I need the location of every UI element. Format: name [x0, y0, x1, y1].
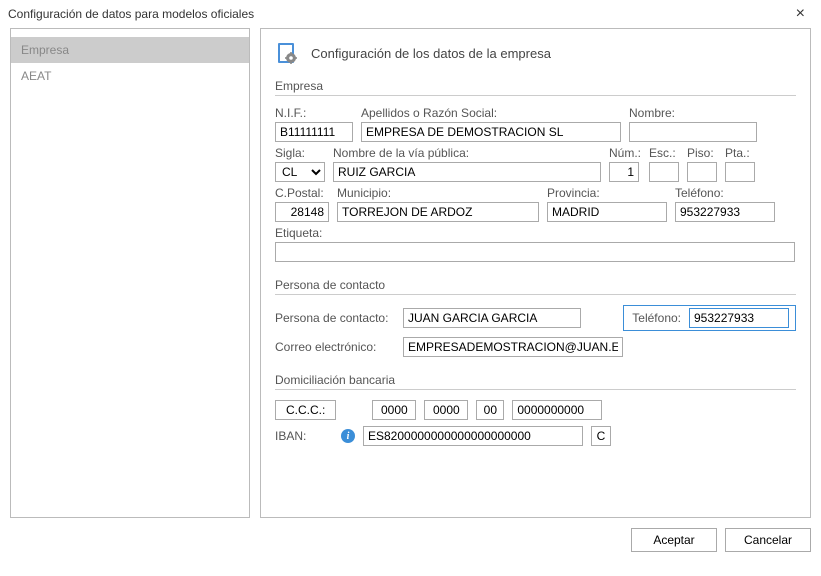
persona-contacto-input[interactable] — [403, 308, 581, 328]
ccc-button[interactable]: C.C.C.: — [275, 400, 336, 420]
divider — [275, 95, 796, 96]
ccc-field-3[interactable] — [476, 400, 504, 420]
telefono-label: Teléfono: — [675, 186, 775, 200]
cancel-button[interactable]: Cancelar — [725, 528, 811, 552]
nif-label: N.I.F.: — [275, 106, 353, 120]
close-icon[interactable]: × — [790, 6, 811, 22]
section-empresa-title: Empresa — [275, 79, 796, 93]
etiqueta-label: Etiqueta: — [275, 226, 796, 240]
contacto-telefono-input[interactable] — [689, 308, 789, 328]
correo-label: Correo electrónico: — [275, 340, 395, 354]
divider — [275, 294, 796, 295]
provincia-label: Provincia: — [547, 186, 667, 200]
piso-input[interactable] — [687, 162, 717, 182]
pta-input[interactable] — [725, 162, 755, 182]
num-label: Núm.: — [609, 146, 641, 160]
sidebar-item-empresa[interactable]: Empresa — [11, 37, 249, 63]
correo-input[interactable] — [403, 337, 623, 357]
municipio-label: Municipio: — [337, 186, 539, 200]
ccc-field-2[interactable] — [424, 400, 468, 420]
telefono-input[interactable] — [675, 202, 775, 222]
section-banco-title: Domiciliación bancaria — [275, 373, 796, 387]
provincia-input[interactable] — [547, 202, 667, 222]
persona-contacto-label: Persona de contacto: — [275, 311, 395, 325]
contacto-telefono-label: Teléfono: — [632, 311, 681, 325]
pta-label: Pta.: — [725, 146, 755, 160]
razon-input[interactable] — [361, 122, 621, 142]
piso-label: Piso: — [687, 146, 717, 160]
cpostal-input[interactable] — [275, 202, 329, 222]
sigla-select[interactable]: CL — [275, 162, 325, 182]
municipio-input[interactable] — [337, 202, 539, 222]
accept-button[interactable]: Aceptar — [631, 528, 717, 552]
config-icon — [275, 41, 299, 65]
section-contacto-title: Persona de contacto — [275, 278, 796, 292]
cpostal-label: C.Postal: — [275, 186, 329, 200]
via-label: Nombre de la vía pública: — [333, 146, 601, 160]
iban-calc-button[interactable]: C — [591, 426, 611, 446]
sidebar-item-label: Empresa — [21, 43, 69, 57]
nombre-label: Nombre: — [629, 106, 757, 120]
iban-input[interactable] — [363, 426, 583, 446]
razon-label: Apellidos o Razón Social: — [361, 106, 621, 120]
nombre-input[interactable] — [629, 122, 757, 142]
main-panel: Configuración de los datos de la empresa… — [260, 28, 811, 518]
num-input[interactable] — [609, 162, 639, 182]
page-title: Configuración de los datos de la empresa — [311, 46, 551, 61]
window-title: Configuración de datos para modelos ofic… — [8, 7, 254, 21]
via-input[interactable] — [333, 162, 601, 182]
sidebar-item-label: AEAT — [21, 69, 51, 83]
etiqueta-input[interactable] — [275, 242, 795, 262]
info-icon[interactable]: i — [341, 429, 355, 443]
divider — [275, 389, 796, 390]
iban-label: IBAN: — [275, 429, 333, 443]
esc-label: Esc.: — [649, 146, 679, 160]
esc-input[interactable] — [649, 162, 679, 182]
sigla-label: Sigla: — [275, 146, 325, 160]
sidebar-item-aeat[interactable]: AEAT — [11, 63, 249, 89]
nif-input[interactable] — [275, 122, 353, 142]
telefono-highlight: Teléfono: — [623, 305, 796, 331]
ccc-field-1[interactable] — [372, 400, 416, 420]
sidebar: Empresa AEAT — [10, 28, 250, 518]
ccc-field-4[interactable] — [512, 400, 602, 420]
